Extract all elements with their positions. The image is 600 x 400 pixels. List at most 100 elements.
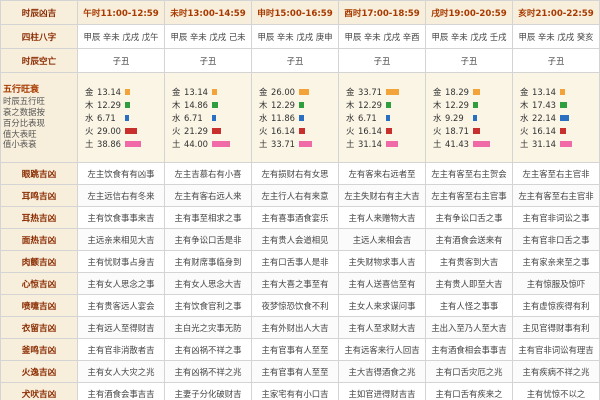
fortune-cell: 左主行人右有来意 — [251, 184, 339, 207]
wuxing-item: 土 31.14 — [520, 138, 592, 150]
fortune-cell: 左主客至右主官非 — [512, 162, 600, 185]
fortune-cell: 主有人至求财大吉 — [338, 316, 426, 339]
wuxing-bar — [473, 88, 480, 95]
fortune-cell: 主有争讼口舌之事 — [425, 206, 513, 229]
wuxing-item: 木 14.86 — [172, 99, 244, 111]
fortune-cell: 主有忧财事占身吉 — [77, 250, 165, 273]
wuxing-element-value: 31.14 — [358, 138, 382, 149]
hour-fortune-table: 时辰凶吉 午时11:00-12:59 未时13:00-14:59 申时15:00… — [0, 0, 600, 400]
kongwang-row: 时辰空亡 子丑 子丑 子丑 子丑 子丑 子丑 — [0, 48, 600, 73]
fortune-cell: 主大吉得酒食之兆 — [338, 360, 426, 383]
wuxing-cell: 金 13.14 木 17.43 水 22.14 火 16.14 土 31.14 — [512, 72, 600, 163]
wuxing-element-value: 13.14 — [532, 86, 556, 97]
row-label: 心惊吉凶 — [0, 272, 78, 295]
wuxing-list: 金 33.71 木 12.29 水 6.71 火 16.14 土 31.14 — [341, 86, 423, 150]
hour-header: 未时13:00-14:59 — [164, 0, 252, 25]
row-label: 时辰空亡 — [0, 48, 78, 73]
wuxing-bar — [386, 140, 398, 147]
fortune-cell: 左主有客至右主官非 — [512, 184, 600, 207]
wuxing-element-value: 31.14 — [532, 138, 556, 149]
wuxing-element-value: 13.14 — [97, 86, 121, 97]
fortune-cell: 主有远客来行人回吉 — [338, 338, 426, 361]
kongwang-cell: 子丑 — [77, 48, 165, 73]
wuxing-item: 木 12.29 — [259, 99, 331, 111]
fortune-cell: 主有女人思念之事 — [77, 272, 165, 295]
wuxing-list: 金 26.00 木 12.29 水 11.86 火 16.14 土 33.71 — [254, 86, 336, 150]
wuxing-element-name: 水 — [433, 112, 442, 123]
bazi-cell: 甲辰 辛未 戊戌 癸亥 — [512, 24, 600, 49]
row-label: 釜鸣吉凶 — [0, 338, 78, 361]
fortune-cell: 主见官得财事有利 — [512, 316, 600, 339]
fortune-cell: 主有虚惊疾得有利 — [512, 294, 600, 317]
wuxing-list: 金 18.29 木 12.29 水 9.29 火 18.71 土 41.43 — [428, 86, 510, 150]
wuxing-element-name: 木 — [433, 99, 442, 110]
row-label: 眼跳吉凶 — [0, 162, 78, 185]
wuxing-element-value: 44.00 — [184, 138, 208, 149]
wuxing-label-title: 五行旺衰 — [3, 84, 40, 95]
fortune-cell: 主家宅有有小口吉 — [251, 382, 339, 400]
fortune-cell: 主有凶祸不祥之兆 — [164, 360, 252, 383]
wuxing-element-name: 土 — [520, 138, 529, 149]
wuxing-bar — [473, 127, 480, 134]
wuxing-element-name: 火 — [433, 125, 442, 136]
wuxing-element-value: 12.29 — [97, 99, 121, 110]
wuxing-bar — [299, 101, 304, 108]
fortune-row: 犬吠吉凶 主有酒食会事吉吉 主妻子分化破财吉 主家宅有有小口吉 主如官进得财吉吉 主有口舌… — [0, 382, 600, 400]
kongwang-cell: 子丑 — [512, 48, 600, 73]
fortune-cell: 主有官非词讼之事 — [512, 206, 600, 229]
wuxing-item: 土 31.14 — [346, 138, 418, 150]
wuxing-element-value: 12.29 — [358, 99, 382, 110]
row-label: 肉颤吉凶 — [0, 250, 78, 273]
wuxing-bar — [212, 101, 218, 108]
wuxing-element-name: 金 — [433, 86, 442, 97]
wuxing-element-value: 6.71 — [184, 112, 203, 123]
wuxing-item: 火 16.14 — [259, 125, 331, 137]
wuxing-label-line: 值小表衰 — [3, 139, 37, 150]
wuxing-bar — [473, 140, 490, 147]
fortune-cell: 主有财席事临身到 — [164, 250, 252, 273]
fortune-cell: 主有惊服及惊吓 — [512, 272, 600, 295]
wuxing-bar — [473, 101, 478, 108]
fortune-cell: 左有损财右有女思 — [251, 162, 339, 185]
wuxing-element-name: 火 — [172, 125, 181, 136]
wuxing-element-name: 土 — [85, 138, 94, 149]
wuxing-item: 土 38.86 — [85, 138, 157, 150]
wuxing-element-value: 16.14 — [271, 125, 295, 136]
fortune-cell: 主远亲来相见大吉 — [77, 228, 165, 251]
wuxing-element-value: 22.14 — [532, 112, 556, 123]
fortune-cell: 主有官非口舌之事 — [512, 228, 600, 251]
fortune-cell: 主有官非消散者吉 — [77, 338, 165, 361]
wuxing-element-name: 木 — [520, 99, 529, 110]
wuxing-element-name: 水 — [85, 112, 94, 123]
fortune-row: 火逸吉凶 主有女人大灾之兆 主有凶祸不祥之兆 主有官事有人至至 主大吉得酒食之兆 主有口舌… — [0, 360, 600, 383]
wuxing-element-name: 水 — [172, 112, 181, 123]
wuxing-element-name: 水 — [346, 112, 355, 123]
bazi-cell: 甲辰 辛未 戊戌 己未 — [164, 24, 252, 49]
wuxing-bar — [560, 101, 567, 108]
fortune-cell: 主有女人大灾之兆 — [77, 360, 165, 383]
fortune-cell: 主出入至乃人至大吉 — [425, 316, 513, 339]
wuxing-element-value: 16.14 — [358, 125, 382, 136]
row-label: 耳鸣吉凶 — [0, 184, 78, 207]
wuxing-list: 金 13.14 木 17.43 水 22.14 火 16.14 土 31.14 — [515, 86, 597, 150]
wuxing-element-name: 水 — [520, 112, 529, 123]
wuxing-element-value: 26.00 — [271, 86, 295, 97]
wuxing-item: 金 18.29 — [433, 86, 505, 98]
wuxing-item: 水 11.86 — [259, 112, 331, 124]
wuxing-element-value: 18.71 — [445, 125, 469, 136]
almanac-table-wrapper: 时辰凶吉 午时11:00-12:59 未时13:00-14:59 申时15:00… — [0, 0, 600, 400]
wuxing-item: 水 6.71 — [172, 112, 244, 124]
fortune-rows: 眼跳吉凶 左主饮食有有凶事 左主吉慕右有小喜 左有损财右有女思 左有客来右远者至 左主有客… — [0, 162, 600, 400]
wuxing-element-value: 14.86 — [184, 99, 208, 110]
wuxing-element-value: 6.71 — [358, 112, 377, 123]
fortune-cell: 主有官非词讼有理吉 — [512, 338, 600, 361]
fortune-cell: 主有口舌灾厄之兆 — [425, 360, 513, 383]
wuxing-item: 木 12.29 — [85, 99, 157, 111]
fortune-cell: 主有凶祸不祥之事 — [164, 338, 252, 361]
wuxing-label: 五行旺衰 时辰五行旺 衰之数据按 百分比表现 值大表旺 值小表衰 — [0, 72, 78, 163]
wuxing-element-name: 土 — [259, 138, 268, 149]
fortune-cell: 主有忧惊不以之 — [512, 382, 600, 400]
wuxing-item: 木 12.29 — [433, 99, 505, 111]
wuxing-item: 金 13.14 — [85, 86, 157, 98]
wuxing-bar — [473, 114, 477, 121]
